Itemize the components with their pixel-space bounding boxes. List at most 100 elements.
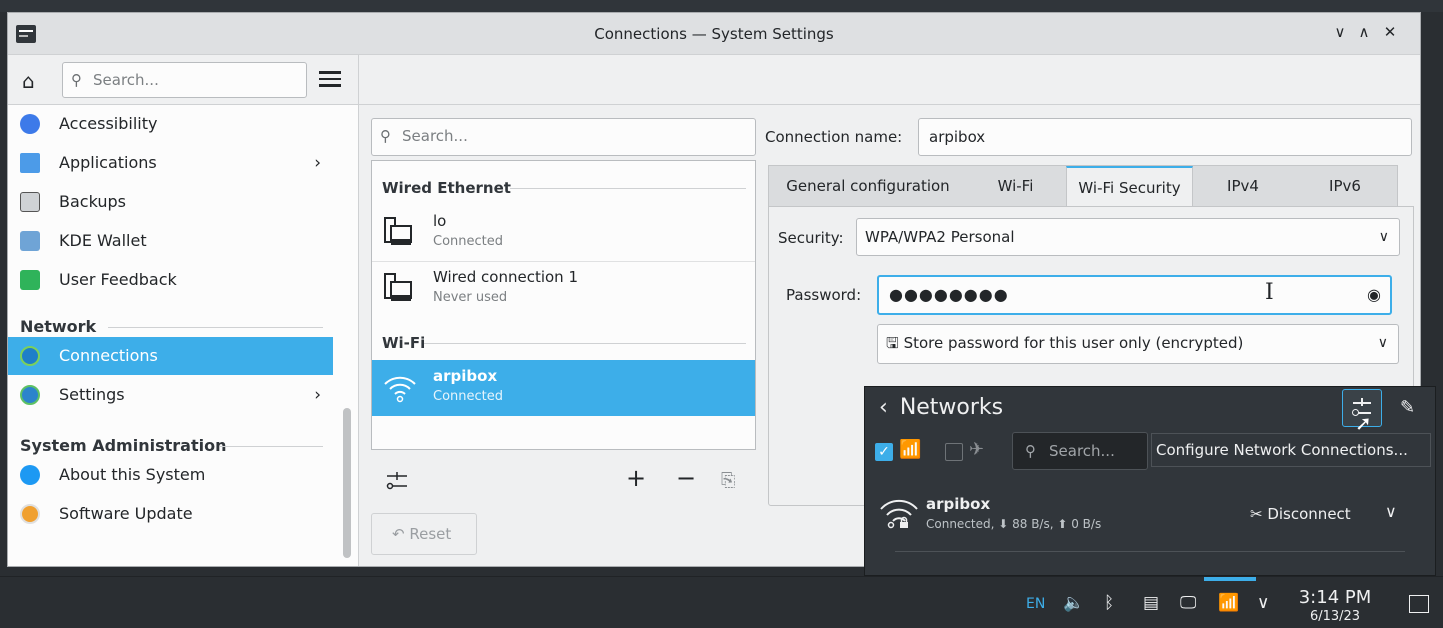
connection-item-lo[interactable]: lo Connected bbox=[372, 205, 755, 261]
settings-icon bbox=[20, 385, 40, 405]
minimize-button[interactable]: ∨ bbox=[1329, 23, 1351, 41]
back-chevron-icon[interactable]: ‹ bbox=[879, 395, 888, 420]
hamburger-menu-icon[interactable] bbox=[319, 71, 341, 91]
sidebar-toolbar: ⌂ ⚲ Search... bbox=[8, 55, 359, 105]
connection-name: arpibox bbox=[433, 367, 498, 385]
add-connection-button[interactable]: + bbox=[626, 464, 646, 492]
sidebar: Accessibility Applications › Backups KDE… bbox=[8, 105, 359, 566]
group-header-wifi: Wi-Fi bbox=[382, 334, 746, 352]
connection-name: Wired connection 1 bbox=[433, 268, 578, 286]
network-item-arpibox[interactable]: arpibox Connected, ⬇ 88 B/s, ⬆ 0 B/s ✂ D… bbox=[865, 487, 1435, 547]
wifi-icon: 📶 bbox=[899, 439, 922, 460]
configure-icon[interactable] bbox=[386, 470, 408, 492]
disconnect-button[interactable]: ✂ Disconnect bbox=[1250, 505, 1351, 523]
user-feedback-icon bbox=[20, 270, 40, 290]
chevron-right-icon: › bbox=[314, 385, 321, 405]
security-value: WPA/WPA2 Personal bbox=[865, 228, 1015, 246]
sidebar-item-user-feedback[interactable]: User Feedback bbox=[8, 261, 333, 299]
password-storage-select[interactable]: 🖫 Store password for this user only (enc… bbox=[877, 324, 1399, 364]
networks-search-input[interactable]: ⚲ Search... bbox=[1012, 432, 1148, 470]
volume-icon[interactable]: 🔈 bbox=[1063, 593, 1084, 613]
sidebar-item-label: Software Update bbox=[59, 504, 193, 523]
search-icon: ⚲ bbox=[1025, 442, 1036, 460]
network-status: Connected, ⬇ 88 B/s, ⬆ 0 B/s bbox=[926, 517, 1102, 531]
keyboard-layout-indicator[interactable]: EN bbox=[1026, 596, 1045, 612]
accessibility-icon bbox=[20, 114, 40, 134]
settings-tabs: General configuration Wi-Fi Wi-Fi Securi… bbox=[768, 165, 1398, 208]
password-field[interactable]: ●●●●●●●● ◉ bbox=[877, 275, 1392, 315]
tab-general-configuration[interactable]: General configuration bbox=[769, 166, 967, 208]
mouse-pointer-icon: ➚ bbox=[1355, 411, 1372, 435]
show-password-eye-icon[interactable]: ◉ bbox=[1367, 277, 1382, 313]
group-label: Wi-Fi bbox=[382, 334, 426, 352]
sidebar-section-network: Network bbox=[20, 315, 323, 339]
tab-wifi-security[interactable]: Wi-Fi Security bbox=[1066, 166, 1193, 208]
active-indicator bbox=[1204, 577, 1256, 581]
sidebar-item-label: Accessibility bbox=[59, 114, 158, 133]
networks-popup: ‹ Networks ➚ ✎ ✓ 📶 ✈ ⚲ Search... Configur… bbox=[864, 386, 1436, 576]
connections-search-input[interactable]: ⚲ Search... bbox=[371, 118, 756, 156]
connection-item-arpibox[interactable]: arpibox Connected bbox=[372, 360, 755, 416]
sidebar-item-backups[interactable]: Backups bbox=[8, 183, 333, 221]
chevron-down-icon: ∨ bbox=[1378, 229, 1389, 245]
tab-ipv6[interactable]: IPv6 bbox=[1293, 166, 1397, 208]
networks-search-placeholder: Search... bbox=[1049, 442, 1115, 460]
sidebar-item-connections[interactable]: Connections bbox=[8, 337, 333, 375]
display-icon[interactable]: 🖵 bbox=[1180, 593, 1196, 613]
sidebar-item-label: About this System bbox=[59, 465, 206, 484]
section-label: Network bbox=[20, 317, 97, 336]
sidebar-item-label: Backups bbox=[59, 192, 126, 211]
clock-date[interactable]: 6/13/23 bbox=[1294, 609, 1376, 624]
pin-icon[interactable]: ✎ bbox=[1400, 397, 1415, 418]
security-select[interactable]: WPA/WPA2 Personal ∨ bbox=[856, 218, 1400, 256]
sidebar-scrollbar[interactable] bbox=[343, 408, 351, 558]
wired-network-icon bbox=[384, 217, 412, 247]
clock-time[interactable]: 3:14 PM bbox=[1294, 587, 1376, 608]
show-desktop-icon[interactable] bbox=[1409, 595, 1429, 613]
group-label: Wired Ethernet bbox=[382, 179, 511, 197]
sidebar-item-kde-wallet[interactable]: KDE Wallet bbox=[8, 222, 333, 260]
sidebar-item-accessibility[interactable]: Accessibility bbox=[8, 105, 333, 143]
sidebar-item-about-this-system[interactable]: About this System bbox=[8, 456, 333, 494]
connections-search-placeholder: Search... bbox=[402, 127, 468, 145]
connections-list-toolbar: + − ⎘ bbox=[371, 458, 756, 502]
maximize-button[interactable]: ∧ bbox=[1353, 23, 1375, 41]
reset-button[interactable]: ↶ Reset bbox=[371, 513, 477, 555]
divider bbox=[895, 551, 1405, 552]
bluetooth-icon[interactable]: ᛒ bbox=[1104, 593, 1114, 613]
sidebar-item-label: Settings bbox=[59, 385, 125, 404]
export-connection-icon[interactable]: ⎘ bbox=[721, 470, 735, 491]
disconnect-plug-icon: ✂ bbox=[1250, 505, 1268, 523]
connection-name-field[interactable]: arpibox bbox=[918, 118, 1412, 156]
network-name: arpibox bbox=[926, 495, 991, 513]
airplane-mode-icon: ✈ bbox=[969, 439, 985, 460]
network-tray-icon[interactable]: 📶 bbox=[1218, 593, 1239, 613]
password-storage-value: Store password for this user only (encry… bbox=[903, 334, 1244, 352]
taskbar: EN 🔈 ᛒ ▤ 🖵 📶 ∨ 3:14 PM 6/13/23 bbox=[0, 576, 1443, 628]
connections-list: Wired Ethernet lo Connected Wired connec… bbox=[371, 160, 756, 450]
wifi-enabled-checkbox[interactable]: ✓ bbox=[875, 443, 893, 461]
sidebar-search-input[interactable]: ⚲ Search... bbox=[62, 62, 307, 98]
tab-ipv4[interactable]: IPv4 bbox=[1193, 166, 1293, 208]
expand-tray-chevron-icon[interactable]: ∨ bbox=[1257, 593, 1269, 613]
connection-item-wired-connection-1[interactable]: Wired connection 1 Never used bbox=[372, 261, 755, 317]
save-icon: 🖫 bbox=[886, 334, 904, 352]
expand-chevron-icon[interactable]: ∨ bbox=[1385, 502, 1397, 521]
connection-status: Never used bbox=[433, 290, 508, 305]
undo-icon: ↶ bbox=[392, 525, 410, 543]
sidebar-item-applications[interactable]: Applications › bbox=[8, 144, 333, 182]
home-icon[interactable]: ⌂ bbox=[22, 69, 35, 93]
search-icon: ⚲ bbox=[380, 127, 391, 145]
software-update-icon bbox=[20, 504, 40, 524]
sidebar-item-software-update[interactable]: Software Update bbox=[8, 495, 333, 533]
search-icon: ⚲ bbox=[71, 71, 82, 89]
remove-connection-button[interactable]: − bbox=[676, 464, 696, 492]
clipboard-icon[interactable]: ▤ bbox=[1143, 593, 1159, 613]
tab-wifi[interactable]: Wi-Fi bbox=[967, 166, 1064, 208]
sidebar-item-label: Connections bbox=[59, 346, 158, 365]
close-button[interactable]: ✕ bbox=[1379, 23, 1401, 41]
connection-status: Connected bbox=[433, 234, 504, 249]
sidebar-item-label: KDE Wallet bbox=[59, 231, 147, 250]
sidebar-item-settings[interactable]: Settings › bbox=[8, 376, 333, 414]
airplane-mode-checkbox[interactable] bbox=[945, 443, 963, 461]
